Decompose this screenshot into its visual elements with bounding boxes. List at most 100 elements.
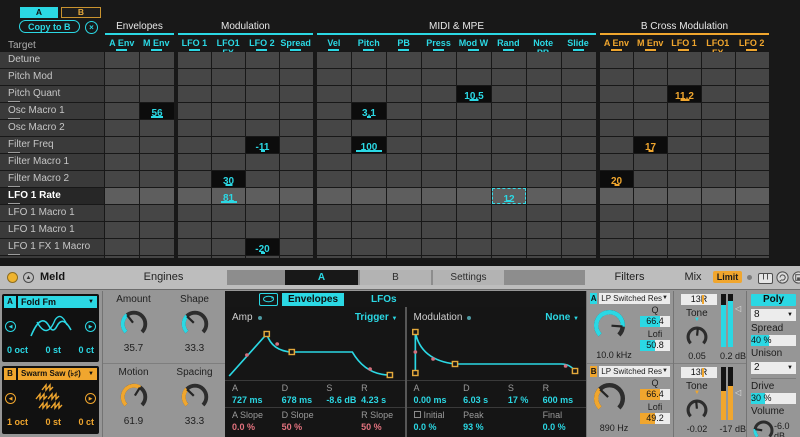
matrix-cell[interactable] (105, 154, 139, 170)
matrix-cell[interactable] (387, 86, 421, 102)
matrix-cell[interactable] (600, 52, 633, 68)
engine-a-next-button[interactable]: ▶ (85, 321, 96, 332)
engine-b-octave[interactable]: 1 oct (7, 417, 28, 428)
matrix-cell[interactable] (634, 120, 667, 136)
matrix-cell[interactable] (527, 188, 561, 204)
matrix-cell[interactable] (527, 171, 561, 187)
mod-decay-value[interactable]: 6.03 s (463, 395, 508, 405)
matrix-cell[interactable] (422, 103, 456, 119)
matrix-cell[interactable] (178, 222, 211, 238)
matrix-cell[interactable] (702, 171, 735, 187)
matrix-cell[interactable] (562, 103, 596, 119)
engine-a-prev-button[interactable]: ◀ (5, 321, 16, 332)
filter-a-freq-knob[interactable] (591, 307, 628, 344)
matrix-row-label[interactable]: LFO 1 Rate (0, 188, 104, 204)
matrix-cell[interactable] (246, 256, 279, 258)
filter-b-freq-value[interactable]: 890 Hz (591, 423, 637, 433)
matrix-cell[interactable] (668, 188, 701, 204)
subtab-lfos[interactable]: LFOs (371, 294, 397, 305)
matrix-cell[interactable] (492, 239, 526, 255)
matrix-row-label[interactable]: Pitch Mod (0, 69, 104, 85)
matrix-cell[interactable] (668, 154, 701, 170)
filter-b-type-selector[interactable]: LP Switched Res▼ (599, 366, 670, 377)
matrix-cell[interactable] (492, 137, 526, 153)
matrix-cell[interactable] (634, 154, 667, 170)
amount-value[interactable]: 35.7 (124, 343, 143, 354)
matrix-cell[interactable] (736, 239, 769, 255)
matrix-cell[interactable] (178, 69, 211, 85)
filter-a-q-value[interactable]: 66.4 (640, 316, 670, 327)
engine-b-badge[interactable]: B (4, 368, 16, 380)
matrix-cell[interactable] (280, 205, 313, 221)
matrix-cell[interactable] (492, 103, 526, 119)
device-activator-led[interactable] (7, 272, 18, 283)
matrix-row-label[interactable]: LFO 1 FX 1 Macro (0, 239, 104, 255)
matrix-cell[interactable] (246, 103, 279, 119)
matrix-cell[interactable] (387, 171, 421, 187)
matrix-cell[interactable] (527, 205, 561, 221)
matrix-cell[interactable] (668, 69, 701, 85)
matrix-cell[interactable] (317, 103, 351, 119)
matrix-cell[interactable] (317, 120, 351, 136)
matrix-cell[interactable] (600, 222, 633, 238)
amp-envelope-graph[interactable] (225, 325, 405, 380)
matrix-cell[interactable] (317, 188, 351, 204)
matrix-cell[interactable] (562, 222, 596, 238)
matrix-cell[interactable] (317, 256, 351, 258)
matrix-cell[interactable] (280, 137, 313, 153)
matrix-column-header[interactable]: A Env (105, 38, 139, 51)
matrix-cell[interactable] (600, 137, 633, 153)
matrix-cell[interactable] (562, 120, 596, 136)
engine-b-prev-button[interactable]: ◀ (5, 393, 16, 404)
matrix-tab-b[interactable]: B (61, 7, 101, 18)
mod-initial-value[interactable]: 0.0 % (414, 422, 464, 432)
engine-a-octave[interactable]: 0 oct (7, 345, 28, 356)
matrix-cell[interactable] (457, 154, 491, 170)
filter-a-lofi-value[interactable]: 50.8 (640, 340, 670, 351)
matrix-cell[interactable] (736, 256, 769, 258)
matrix-cell[interactable] (457, 222, 491, 238)
matrix-row-label[interactable]: Osc Macro 2 (0, 120, 104, 136)
matrix-cell[interactable] (736, 188, 769, 204)
matrix-cell[interactable] (702, 239, 735, 255)
matrix-cell[interactable] (422, 239, 456, 255)
matrix-cell[interactable] (492, 69, 526, 85)
matrix-cell[interactable] (178, 137, 211, 153)
matrix-cell[interactable] (246, 86, 279, 102)
mod-amount-cell[interactable]: 12 (492, 188, 526, 204)
matrix-cell[interactable] (422, 256, 456, 258)
matrix-cell[interactable] (140, 205, 174, 221)
matrix-cell[interactable] (562, 86, 596, 102)
matrix-row-label[interactable]: LFO 1 Macro 1 (0, 205, 104, 221)
matrix-cell[interactable] (178, 188, 211, 204)
matrix-cell[interactable] (422, 222, 456, 238)
matrix-cell[interactable] (634, 222, 667, 238)
matrix-cell[interactable] (280, 239, 313, 255)
filter-a-freq-value[interactable]: 10.0 kHz (591, 350, 637, 360)
matrix-cell[interactable] (600, 154, 633, 170)
mod-amount-cell[interactable]: 20 (600, 171, 633, 187)
matrix-cell[interactable] (140, 86, 174, 102)
mod-sustain-value[interactable]: 17 % (508, 395, 543, 405)
matrix-cell[interactable] (527, 103, 561, 119)
matrix-cell[interactable] (600, 120, 633, 136)
filter-b-freq-knob[interactable] (591, 380, 628, 417)
matrix-cell[interactable] (280, 222, 313, 238)
matrix-cell[interactable] (352, 69, 386, 85)
matrix-cell[interactable] (600, 256, 633, 258)
matrix-row-label[interactable]: LFO 1 FX 2 Macro (0, 256, 104, 258)
matrix-cell[interactable] (422, 205, 456, 221)
matrix-cell[interactable] (492, 52, 526, 68)
engine-a-selector[interactable]: Fold Fm▼ (18, 296, 97, 308)
engine-b-semitone[interactable]: 0 st (45, 417, 61, 428)
unison-selector[interactable]: 2▼ (751, 362, 796, 374)
mod-amount-cell[interactable]: 17 (634, 137, 667, 153)
matrix-row-label[interactable]: Filter Macro 1 (0, 154, 104, 170)
mod-release-value[interactable]: 600 ms (543, 395, 579, 405)
amp-d-slope-value[interactable]: 50 % (282, 422, 327, 432)
matrix-cell[interactable] (352, 120, 386, 136)
matrix-cell[interactable] (317, 171, 351, 187)
matrix-cell[interactable] (562, 154, 596, 170)
poly-mode-button[interactable]: Poly (751, 294, 796, 306)
matrix-cell[interactable] (527, 222, 561, 238)
